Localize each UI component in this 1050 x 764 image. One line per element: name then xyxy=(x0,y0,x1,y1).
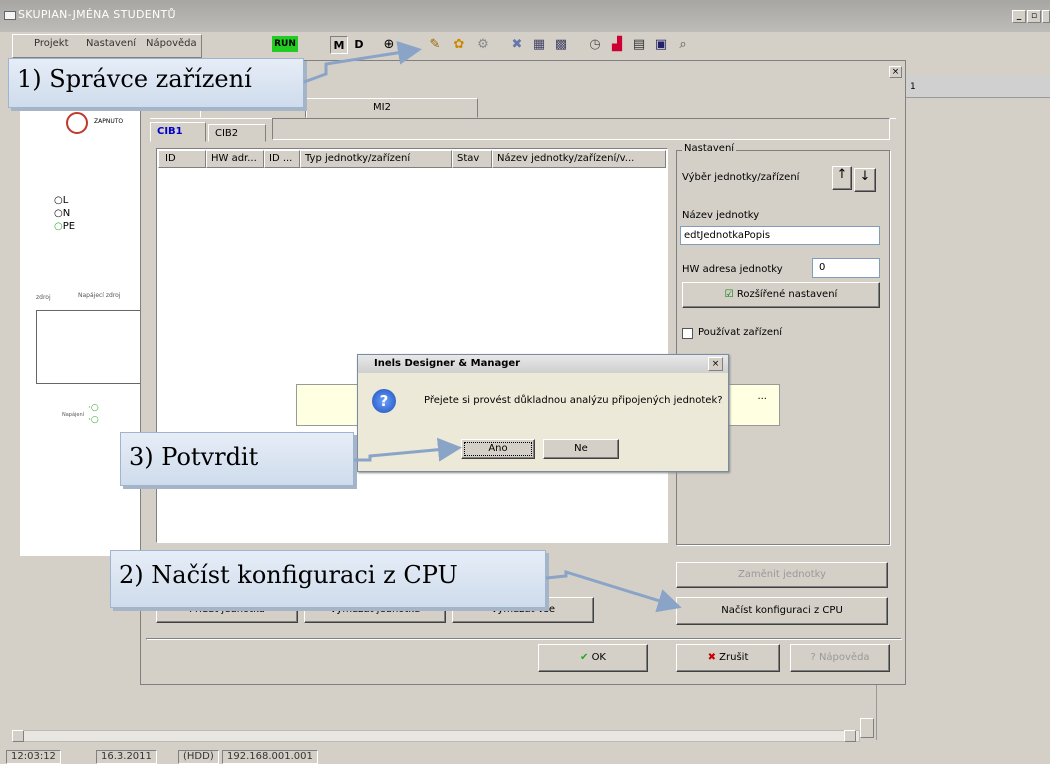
horizontal-scrollbar[interactable] xyxy=(12,730,860,742)
scroll-left-arrow[interactable] xyxy=(12,730,24,742)
status-time: 12:03:12 xyxy=(6,750,61,764)
status-ip: 192.168.001.001 xyxy=(222,750,318,764)
status-mode: (HDD) xyxy=(178,750,219,764)
arrow-step2 xyxy=(545,569,682,613)
arrow-step1 xyxy=(303,40,422,84)
arrow-step3 xyxy=(354,437,462,462)
status-bar xyxy=(0,748,1050,764)
status-date: 16.3.2011 xyxy=(96,750,157,764)
annotation-arrows xyxy=(303,40,682,613)
scroll-right-arrow[interactable] xyxy=(844,730,856,742)
